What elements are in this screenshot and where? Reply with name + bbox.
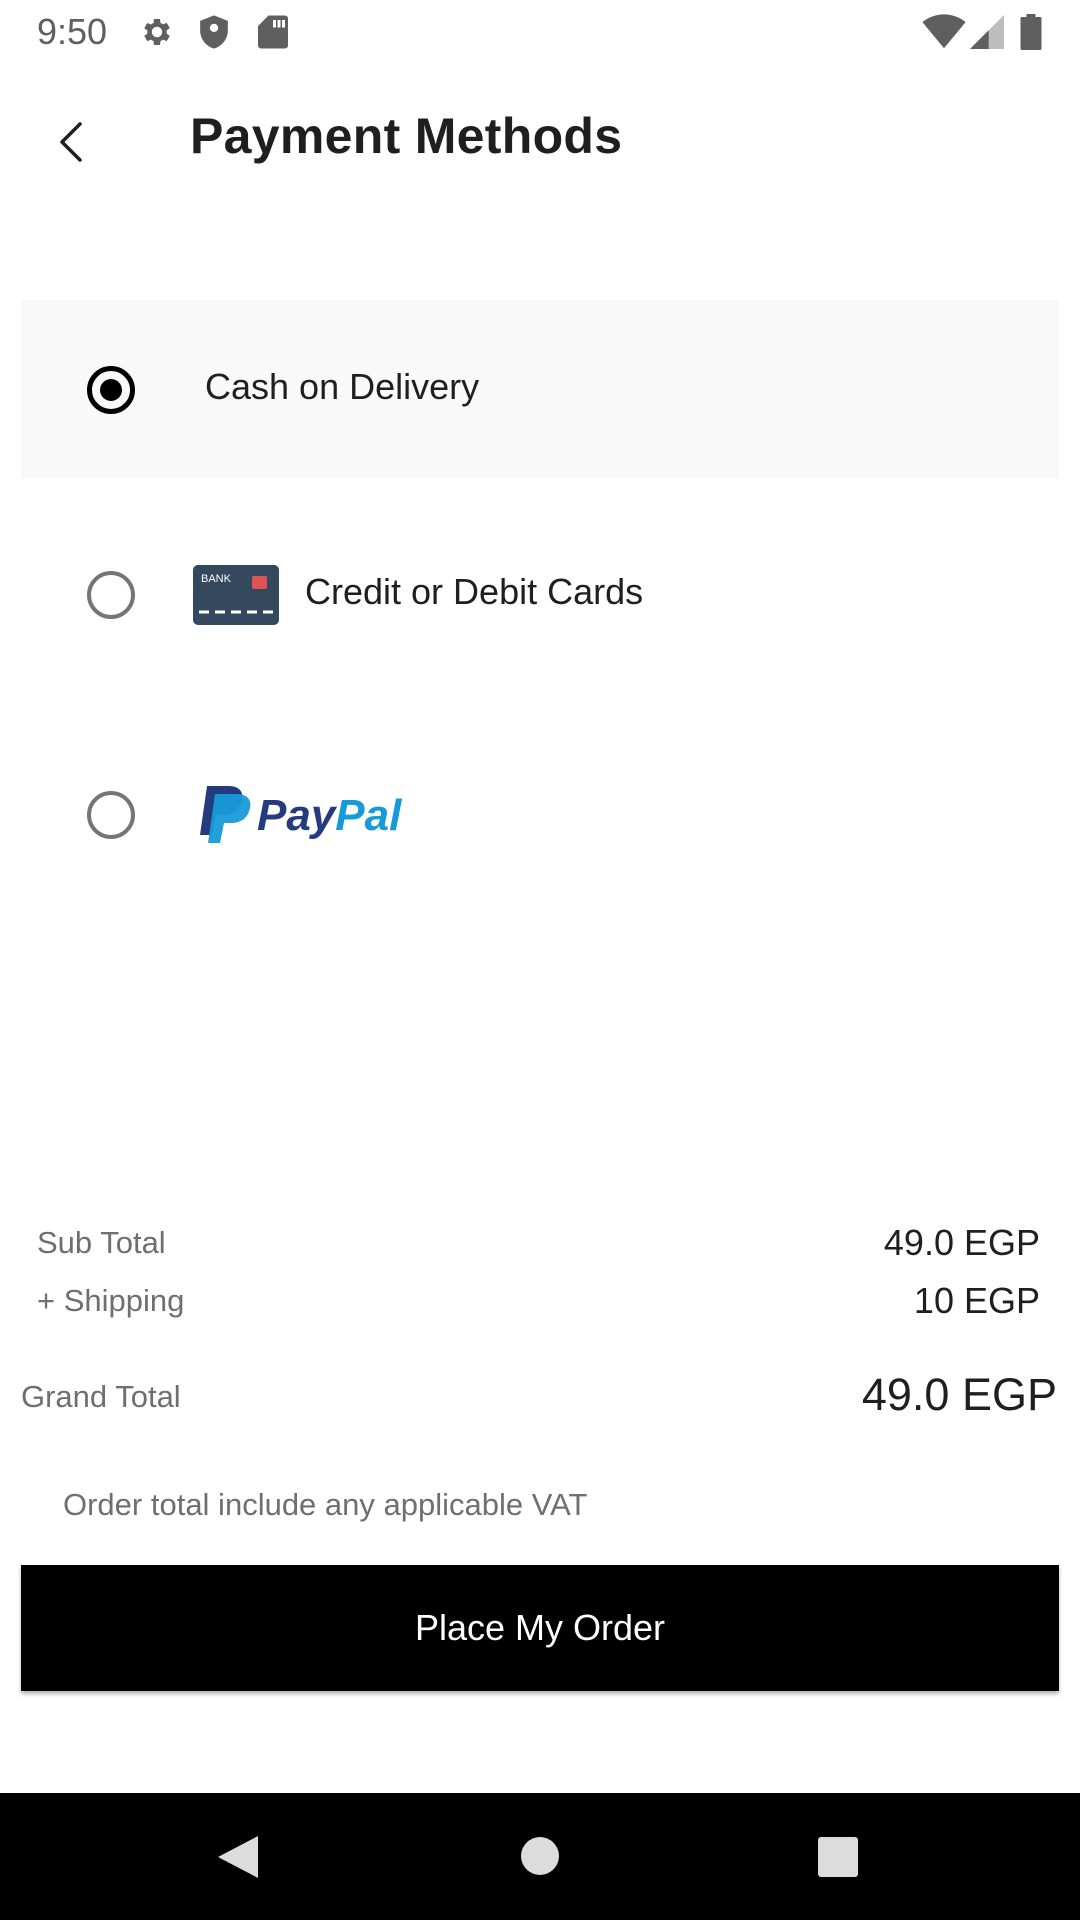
gear-icon — [144, 18, 170, 46]
paypal-text-pay: Pay — [257, 791, 338, 840]
payment-option-cash-on-delivery[interactable]: Cash on Delivery — [21, 300, 1059, 478]
cell-signal-icon — [970, 15, 1004, 49]
wifi-icon — [922, 14, 966, 49]
grand-total-value: 49.0 EGP — [861, 1369, 1057, 1420]
back-arrow-icon — [60, 122, 82, 162]
status-time: 9:50 — [37, 11, 108, 52]
payment-option-paypal[interactable]: PayPal — [21, 725, 1059, 903]
nav-home-icon[interactable] — [520, 1836, 560, 1876]
grand-total-label: Grand Total — [21, 1379, 181, 1414]
status-bar: 9:50 — [0, 0, 1080, 63]
option-label: Credit or Debit Cards — [305, 571, 644, 612]
radio-button[interactable] — [87, 571, 135, 619]
sd-card-icon — [258, 15, 288, 49]
back-button[interactable] — [36, 106, 108, 178]
bank-card-text: BANK — [201, 573, 232, 585]
nav-back-icon[interactable] — [216, 1834, 260, 1880]
bank-card-icon: BANK — [193, 565, 279, 625]
payment-option-credit-debit-cards[interactable]: BANK Credit or Debit Cards — [21, 505, 1059, 683]
radio-button[interactable] — [87, 791, 135, 839]
place-order-button[interactable]: Place My Order — [21, 1565, 1059, 1691]
sub-total-label: Sub Total — [37, 1225, 166, 1260]
navigation-bar — [0, 1793, 1080, 1920]
shield-icon — [200, 15, 228, 49]
svg-text:PayPal: PayPal — [257, 791, 402, 840]
paypal-text-pal: Pal — [335, 791, 402, 840]
sub-total-value: 49.0 EGP — [883, 1222, 1040, 1263]
battery-icon — [1020, 14, 1042, 50]
radio-button-selected[interactable] — [87, 366, 135, 414]
shipping-label: + Shipping — [37, 1283, 185, 1318]
page-title: Payment Methods — [190, 108, 623, 164]
vat-note: Order total include any applicable VAT — [63, 1487, 588, 1522]
app-bar: Payment Methods — [0, 63, 1080, 213]
option-label: Cash on Delivery — [205, 366, 480, 407]
paypal-logo: PayPal — [200, 786, 402, 843]
shipping-value: 10 EGP — [913, 1280, 1040, 1321]
nav-recents-icon[interactable] — [817, 1836, 859, 1878]
